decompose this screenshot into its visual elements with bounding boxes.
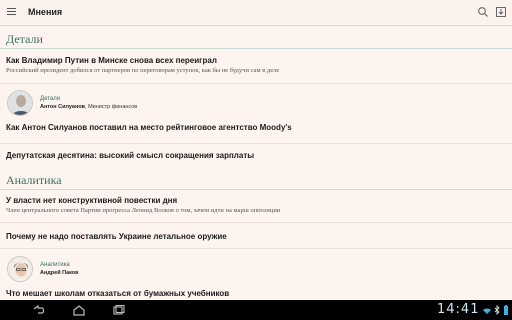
article-headline[interactable]: Как Антон Силуанов поставил на место рей… xyxy=(6,123,292,132)
article-item[interactable]: Что мешает школам отказаться от бумажных… xyxy=(0,283,512,300)
article-item[interactable]: Почему не надо поставлять Украине леталь… xyxy=(0,223,512,249)
download-icon[interactable] xyxy=(495,6,507,18)
article-item[interactable]: Как Антон Силуанов поставил на место рей… xyxy=(0,116,512,144)
author-rubric: Детали xyxy=(40,96,61,102)
article-lead: Член центрального совета Партии прогресс… xyxy=(6,207,281,214)
bluetooth-icon xyxy=(494,305,500,315)
author-avatar xyxy=(7,256,33,282)
wifi-icon xyxy=(483,308,491,314)
section-header-analytics: Аналитика xyxy=(0,170,512,190)
article-lead: Российский президент добился от партнеро… xyxy=(6,67,280,74)
author-portrait-icon xyxy=(8,91,32,115)
battery-icon xyxy=(504,305,508,315)
article-item[interactable]: У власти нет конструктивной повестки дня… xyxy=(0,191,512,223)
article-headline[interactable]: Как Владимир Путин в Минске снова всех п… xyxy=(6,56,217,65)
article-item[interactable]: Депутатская десятина: высокий смысл сокр… xyxy=(0,144,512,170)
article-headline[interactable]: Депутатская десятина: высокий смысл сокр… xyxy=(6,151,254,160)
author-rubric: Аналитика xyxy=(40,262,70,268)
page-title: Мнения xyxy=(28,7,63,17)
section-header-details: Детали xyxy=(0,29,512,49)
author-byline[interactable]: Аналитика Андрей Паков xyxy=(0,251,512,283)
author-portrait-icon xyxy=(8,257,32,281)
article-headline[interactable]: У власти нет конструктивной повестки дня xyxy=(6,196,177,205)
app-toolbar: Мнения xyxy=(0,0,512,26)
author-name: Андрей Паков xyxy=(40,270,79,276)
back-icon[interactable] xyxy=(32,304,46,316)
recent-apps-icon[interactable] xyxy=(112,304,126,316)
home-icon[interactable] xyxy=(72,304,86,316)
section-title: Аналитика xyxy=(6,173,62,187)
author-name: Антон Силуанов, Министр финансов xyxy=(40,104,138,110)
article-headline[interactable]: Что мешает школам отказаться от бумажных… xyxy=(6,289,229,298)
clock: 14:41 xyxy=(437,302,480,317)
author-avatar xyxy=(7,90,33,116)
section-title: Детали xyxy=(6,32,43,46)
hamburger-menu-icon[interactable] xyxy=(7,8,16,16)
article-item[interactable]: Как Владимир Путин в Минске снова всех п… xyxy=(0,50,512,84)
author-byline[interactable]: Детали Антон Силуанов, Министр финансов xyxy=(0,84,512,116)
system-navigation-bar: 14:41 xyxy=(0,300,512,320)
search-icon[interactable] xyxy=(477,6,489,18)
article-headline[interactable]: Почему не надо поставлять Украине леталь… xyxy=(6,232,227,241)
